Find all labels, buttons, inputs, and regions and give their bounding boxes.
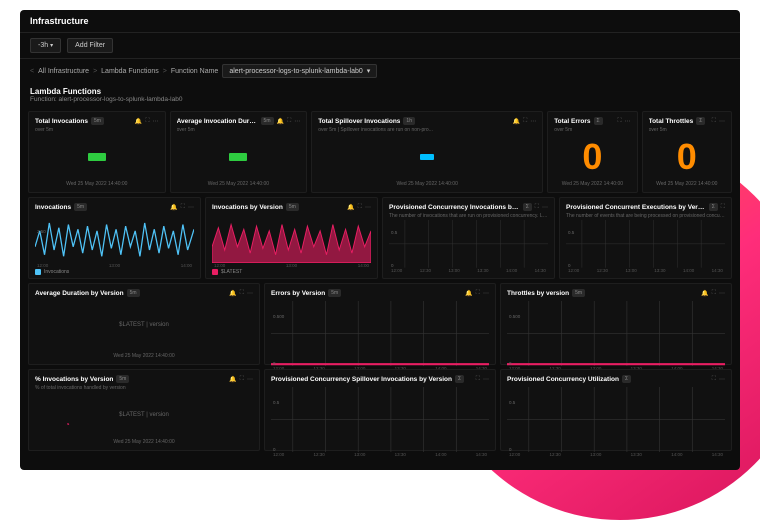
flat-chart — [507, 387, 725, 452]
card-errors-by-version: Errors by Version5m🔔⛶⋯ The number of inv… — [264, 283, 496, 365]
bell-icon[interactable]: 🔔 — [347, 204, 354, 211]
card-prov-conc-spillover-by-version: Provisioned Concurrency Spillover Invoca… — [264, 369, 496, 451]
flat-chart — [389, 220, 548, 268]
card-prov-conc-inv-by-version: Provisioned Concurrency Invocations by V… — [382, 197, 555, 279]
invocations-chart — [35, 215, 194, 263]
expand-icon[interactable]: ⛶ — [181, 204, 185, 211]
card-total-invocations: Total Invocations5m🔔⛶⋯ over 5m Wed 25 Ma… — [28, 111, 166, 193]
expand-icon[interactable]: ⛶ — [240, 290, 244, 297]
expand-icon[interactable]: ⛶ — [287, 118, 291, 125]
expand-icon[interactable]: ⛶ — [476, 376, 480, 383]
card-prov-conc-util: Provisioned Concurrency UtilizationΣ⛶⋯ T… — [500, 369, 732, 451]
expand-icon[interactable]: ⛶ — [523, 118, 527, 125]
expand-icon[interactable]: ⛶ — [712, 118, 716, 125]
app-window: Infrastructure -3h▾ Add Filter < All Inf… — [20, 10, 740, 470]
expand-icon[interactable]: ⛶ — [145, 118, 149, 125]
card-invocations: Invocations5m🔔⛶⋯ The number of times a f… — [28, 197, 201, 279]
breadcrumb-item[interactable]: Lambda Functions — [101, 68, 159, 75]
card-pct-invocations-by-version: % Invocations by Version5m🔔⛶⋯ % of total… — [28, 369, 260, 451]
expand-icon[interactable]: ⛶ — [476, 290, 480, 297]
chevron-down-icon: ▾ — [367, 67, 371, 75]
sparkline-bar — [229, 153, 247, 161]
function-header: Lambda Functions Function: alert-process… — [20, 83, 740, 111]
card-invocations-by-version: Invocations by Version5m🔔⛶⋯ The number o… — [205, 197, 378, 279]
toolbar: -3h▾ Add Filter — [20, 33, 740, 59]
bell-icon[interactable]: 🔔 — [229, 290, 236, 297]
more-icon[interactable]: ⋯ — [247, 290, 253, 297]
card-total-spillover: Total Spillover Invocations1h🔔⛶⋯ over 5m… — [311, 111, 543, 193]
more-icon[interactable]: ⋯ — [153, 118, 159, 125]
bell-icon[interactable]: 🔔 — [170, 204, 177, 211]
flat-chart — [271, 387, 489, 452]
expand-icon[interactable]: ⛶ — [712, 290, 716, 297]
card-total-errors: Total ErrorsΣ⛶⋯ over 5m 0 Wed 25 May 202… — [547, 111, 637, 193]
more-icon[interactable]: ⋯ — [188, 204, 194, 211]
sparkline-bar — [88, 153, 106, 161]
expand-icon[interactable]: ⛶ — [721, 204, 725, 211]
more-icon[interactable]: ⋯ — [542, 204, 548, 211]
expand-icon[interactable]: ⛶ — [358, 204, 362, 211]
bell-icon[interactable]: 🔔 — [701, 290, 708, 297]
more-icon[interactable]: ⋯ — [625, 118, 631, 125]
more-icon[interactable]: ⋯ — [483, 376, 489, 383]
breadcrumb: < All Infrastructure > Lambda Functions … — [20, 59, 740, 83]
card-total-throttles: Total ThrottlesΣ⛶⋯ over 5m 0 Wed 25 May … — [642, 111, 732, 193]
more-icon[interactable]: ⋯ — [294, 118, 300, 125]
sparkline-bar — [420, 154, 434, 160]
add-filter-button[interactable]: Add Filter — [67, 38, 113, 53]
dashboard-grid: Total Invocations5m🔔⛶⋯ over 5m Wed 25 Ma… — [20, 111, 740, 470]
flat-line-chart — [271, 301, 489, 366]
timerange-select[interactable]: -3h▾ — [30, 38, 61, 53]
bell-icon[interactable]: 🔔 — [229, 376, 236, 383]
pie-dot-icon: ◔ — [65, 420, 70, 429]
expand-icon[interactable]: ⛶ — [617, 118, 621, 125]
flat-chart — [566, 220, 725, 268]
card-avg-duration-by-version: Average Duration by Version5m🔔⛶⋯ $LATEST… — [28, 283, 260, 365]
page-title: Infrastructure — [20, 10, 740, 33]
expand-icon[interactable]: ⛶ — [712, 376, 716, 383]
expand-icon[interactable]: ⛶ — [535, 204, 539, 211]
card-throttles-by-version: Throttles by version5m🔔⛶⋯ The number of … — [500, 283, 732, 365]
expand-icon[interactable]: ⛶ — [240, 376, 244, 383]
breadcrumb-item[interactable]: All Infrastructure — [38, 68, 89, 75]
metric-value: 0 — [677, 136, 697, 178]
chevron-down-icon: ▾ — [50, 43, 53, 49]
more-icon[interactable]: ⋯ — [247, 376, 253, 383]
invocations-version-chart — [212, 215, 371, 263]
more-icon[interactable]: ⋯ — [719, 290, 725, 297]
bell-icon[interactable]: 🔔 — [135, 118, 142, 125]
more-icon[interactable]: ⋯ — [719, 376, 725, 383]
flat-line-chart — [507, 301, 725, 366]
bell-icon[interactable]: 🔔 — [513, 118, 520, 125]
function-select[interactable]: alert-processor-logs-to-splunk-lambda-la… — [222, 64, 377, 78]
bell-icon[interactable]: 🔔 — [465, 290, 472, 297]
bell-icon[interactable]: 🔔 — [277, 118, 284, 125]
breadcrumb-item[interactable]: Function Name — [171, 68, 218, 75]
more-icon[interactable]: ⋯ — [719, 118, 725, 125]
more-icon[interactable]: ⋯ — [530, 118, 536, 125]
more-icon[interactable]: ⋯ — [483, 290, 489, 297]
card-avg-duration: Average Invocation Duration5m🔔⛶⋯ over 5m… — [170, 111, 308, 193]
card-prov-conc-exec-by-version: Provisioned Concurrent Executions by Ver… — [559, 197, 732, 279]
metric-value: 0 — [582, 136, 602, 178]
more-icon[interactable]: ⋯ — [365, 204, 371, 211]
